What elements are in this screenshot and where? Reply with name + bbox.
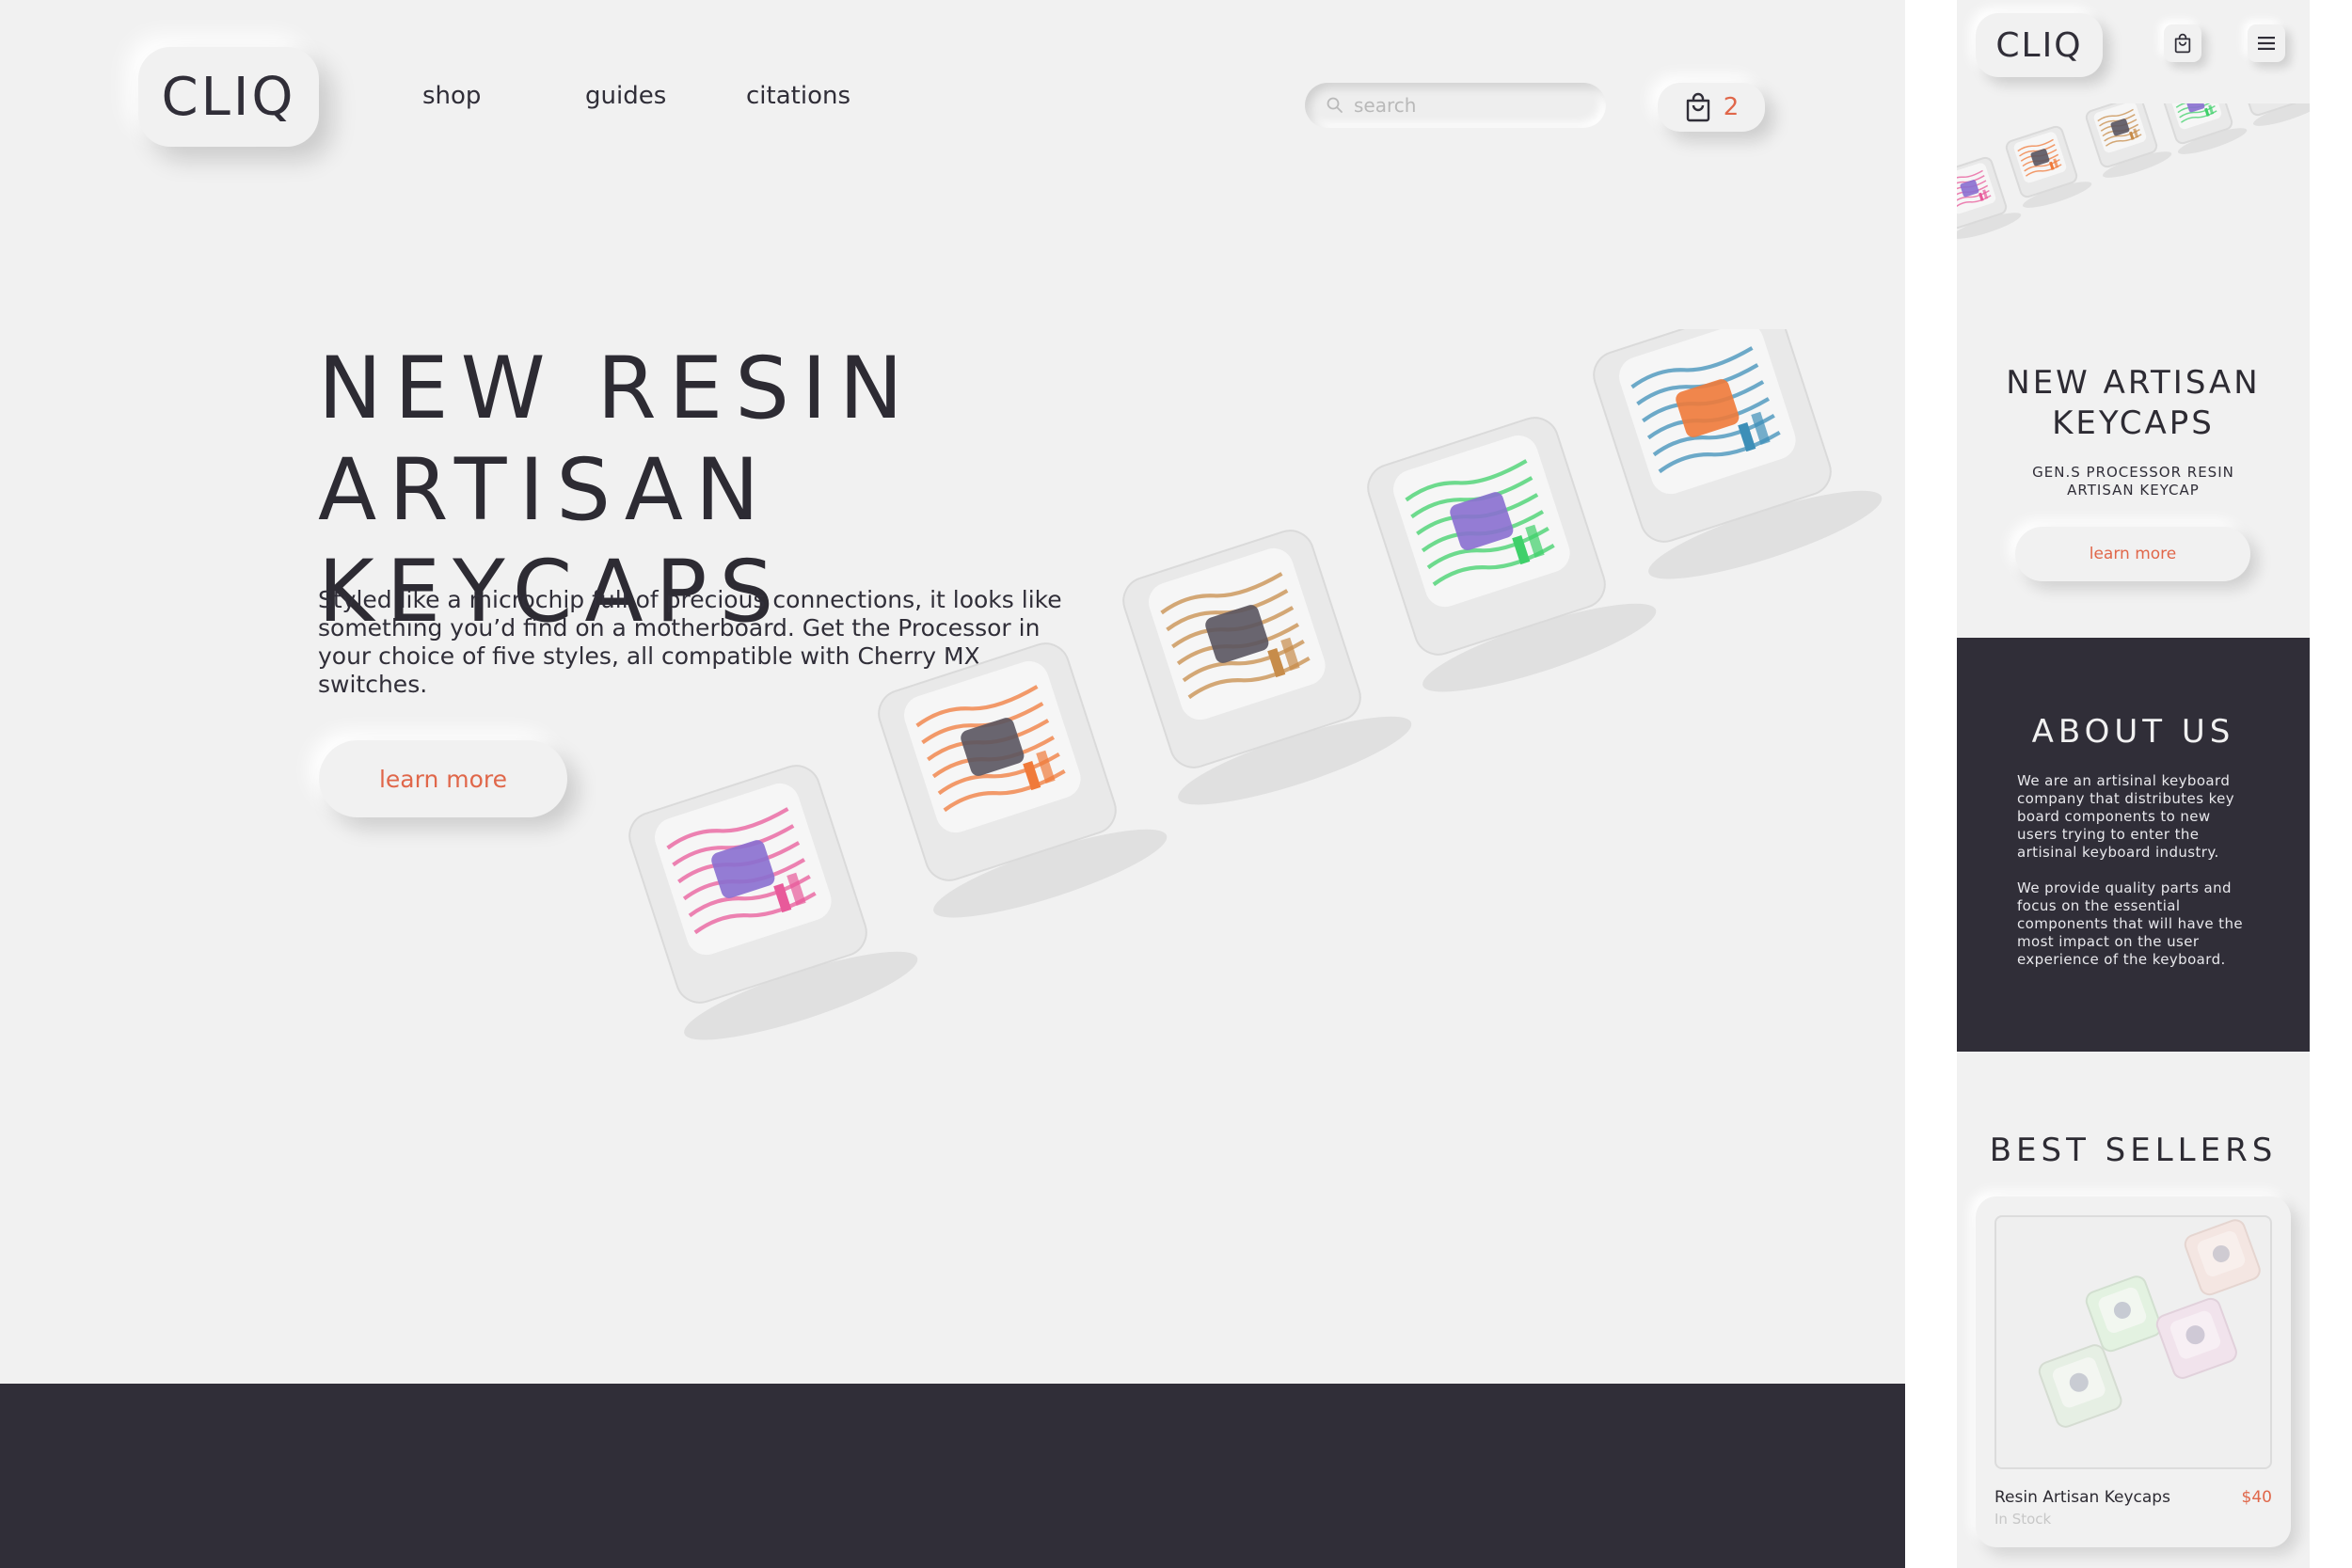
keycap-clear-pink [2155,1297,2237,1379]
mobile-learn-more-button[interactable]: learn more [2015,527,2250,581]
nav-citations[interactable]: citations [746,82,850,110]
learn-more-button[interactable]: learn more [319,740,567,817]
search-input[interactable]: search [1305,83,1606,128]
keycap-clear-green [2038,1344,2122,1428]
product-price: $40 [2241,1488,2272,1507]
about-section: ABOUT US We are an artisinal keyboard co… [1957,638,2310,1052]
product-stock-status: In Stock [1994,1511,2052,1528]
product-name: Resin Artisan Keycaps [1994,1488,2170,1507]
keycap-clear-peach [2184,1219,2261,1296]
search-placeholder: search [1354,94,1417,117]
desktop-panel: CLIQ shop guides citations search 2 NEW … [0,0,1905,1568]
keycaps-image [628,329,1883,1040]
nav-guides[interactable]: guides [585,82,666,110]
mobile-cart-button[interactable] [2164,24,2201,62]
mobile-keycap-3 [2085,103,2172,178]
mobile-keycap-2 [2005,125,2092,208]
desktop-keycap-3 [1122,530,1412,805]
keycap-clear-green-2 [2085,1275,2162,1353]
mobile-menu-button[interactable] [2248,24,2285,62]
mobile-logo[interactable]: CLIQ [1976,13,2103,77]
logo[interactable]: CLIQ [138,47,319,147]
product-card[interactable]: Resin Artisan Keycaps $40 In Stock [1976,1196,2291,1547]
mobile-hero-title-line1: NEW ARTISAN [2006,364,2261,402]
best-sellers-title: BEST SELLERS [1989,1132,2278,1169]
mobile-keycap-5 [2235,103,2310,126]
desktop-keycap-2 [878,642,1168,918]
search-icon [1327,97,1343,113]
mobile-hero-title: NEW ARTISAN KEYCAPS [1957,363,2310,444]
cart-count: 2 [1723,93,1740,121]
desktop-keycap-1 [628,765,918,1040]
about-title: ABOUT US [2031,713,2235,751]
hamburger-menu-icon [2258,37,2275,50]
desktop-keycap-5 [1593,329,1883,579]
about-paragraph-2: We provide quality parts and focus on th… [2017,879,2243,968]
mobile-keycaps-image [1957,103,2310,239]
shopping-bag-icon [1686,92,1709,122]
nav-shop[interactable]: shop [422,82,481,110]
product-image [1994,1215,2272,1469]
mobile-hero-title-line2: KEYCAPS [2052,404,2215,442]
mobile-panel: CLIQ NEW ARTISAN KEYCAPS GEN.S PROCESSOR… [1957,0,2310,1568]
shopping-bag-icon [2174,33,2191,54]
mobile-keycap-4 [2160,103,2248,154]
cart-button[interactable]: 2 [1658,83,1765,132]
product-keycaps-picture [2038,1219,2261,1428]
about-paragraph-1: We are an artisinal keyboard company tha… [2017,772,2235,861]
footer-dark-band [0,1384,1905,1568]
mobile-hero-subtitle: GEN.S PROCESSOR RESIN ARTISAN KEYCAP [2032,464,2234,499]
